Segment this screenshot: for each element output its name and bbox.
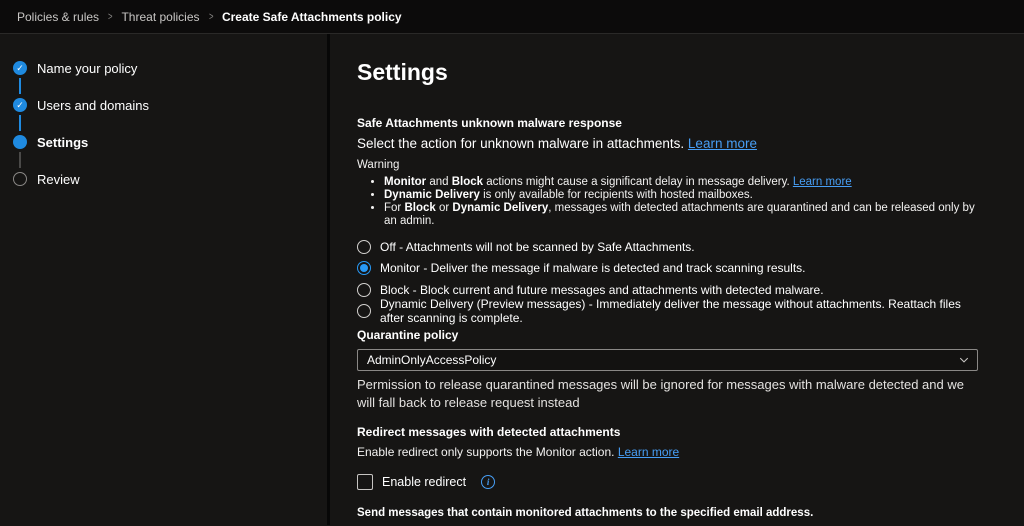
warning-item: Monitor and Block actions might cause a … <box>384 176 978 189</box>
radio-option-off[interactable]: Off - Attachments will not be scanned by… <box>357 236 978 258</box>
chevron-right-icon: > <box>208 11 213 23</box>
breadcrumb-item-policies-rules[interactable]: Policies & rules <box>17 10 99 24</box>
learn-more-link[interactable]: Learn more <box>793 176 852 188</box>
step-complete-check-icon: ✓ <box>13 61 27 75</box>
enable-redirect-checkbox[interactable] <box>357 474 373 490</box>
radio-button-icon <box>357 261 371 275</box>
chevron-right-icon: > <box>108 11 113 23</box>
redirect-description: Enable redirect only supports the Monito… <box>357 445 978 460</box>
radio-button-icon <box>357 304 371 318</box>
malware-response-heading: Safe Attachments unknown malware respons… <box>357 116 978 130</box>
radio-button-icon <box>357 240 371 254</box>
step-upcoming-circle-icon <box>13 172 27 186</box>
page-shell: ✓ Name your policy ✓ Users and domains S… <box>0 34 1024 525</box>
step-users-and-domains[interactable]: ✓ Users and domains <box>13 97 327 134</box>
enable-redirect-row: Enable redirect i <box>357 473 978 490</box>
radio-option-dynamic-delivery[interactable]: Dynamic Delivery (Preview messages) - Im… <box>357 301 978 323</box>
radio-label: Off - Attachments will not be scanned by… <box>380 240 695 254</box>
radio-button-icon <box>357 283 371 297</box>
step-label: Review <box>37 172 80 188</box>
settings-panel: Settings Safe Attachments unknown malwar… <box>330 34 1024 525</box>
top-bar: Policies & rules > Threat policies > Cre… <box>0 0 1024 34</box>
breadcrumb-item-threat-policies[interactable]: Threat policies <box>121 10 199 24</box>
chevron-down-icon <box>958 354 970 366</box>
radio-label: Dynamic Delivery (Preview messages) - Im… <box>380 297 978 325</box>
send-address-heading: Send messages that contain monitored att… <box>357 506 978 520</box>
warning-title: Warning <box>357 158 978 172</box>
warning-item: Dynamic Delivery is only available for r… <box>384 189 978 202</box>
step-label: Users and domains <box>37 98 149 114</box>
enable-redirect-label[interactable]: Enable redirect <box>382 475 466 489</box>
info-icon[interactable]: i <box>481 475 495 489</box>
dropdown-selected-value: AdminOnlyAccessPolicy <box>367 353 496 367</box>
redirect-heading: Redirect messages with detected attachme… <box>357 425 978 439</box>
page-title: Settings <box>357 57 978 87</box>
quarantine-policy-heading: Quarantine policy <box>357 328 978 342</box>
radio-label: Monitor - Deliver the message if malware… <box>380 261 806 275</box>
breadcrumb: Policies & rules > Threat policies > Cre… <box>17 10 402 24</box>
step-review[interactable]: Review <box>13 171 327 208</box>
description-text: Select the action for unknown malware in… <box>357 136 688 151</box>
radio-option-monitor[interactable]: Monitor - Deliver the message if malware… <box>357 258 978 280</box>
radio-label: Block - Block current and future message… <box>380 283 824 297</box>
quarantine-policy-dropdown[interactable]: AdminOnlyAccessPolicy <box>357 349 978 371</box>
step-name-your-policy[interactable]: ✓ Name your policy <box>13 60 327 97</box>
malware-response-description: Select the action for unknown malware in… <box>357 135 978 153</box>
step-label: Name your policy <box>37 61 137 77</box>
warning-list: Monitor and Block actions might cause a … <box>357 176 978 228</box>
quarantine-policy-note: Permission to release quarantined messag… <box>357 376 978 412</box>
step-complete-check-icon: ✓ <box>13 98 27 112</box>
wizard-sidebar: ✓ Name your policy ✓ Users and domains S… <box>0 34 330 525</box>
learn-more-link[interactable]: Learn more <box>618 445 679 459</box>
breadcrumb-item-current-page: Create Safe Attachments policy <box>222 10 402 24</box>
step-current-dot-icon <box>13 135 27 149</box>
malware-response-radio-group: Off - Attachments will not be scanned by… <box>357 236 978 322</box>
step-settings[interactable]: Settings <box>13 134 327 171</box>
warning-item: For Block or Dynamic Delivery, messages … <box>384 202 978 228</box>
learn-more-link[interactable]: Learn more <box>688 136 757 151</box>
step-label: Settings <box>37 135 88 151</box>
